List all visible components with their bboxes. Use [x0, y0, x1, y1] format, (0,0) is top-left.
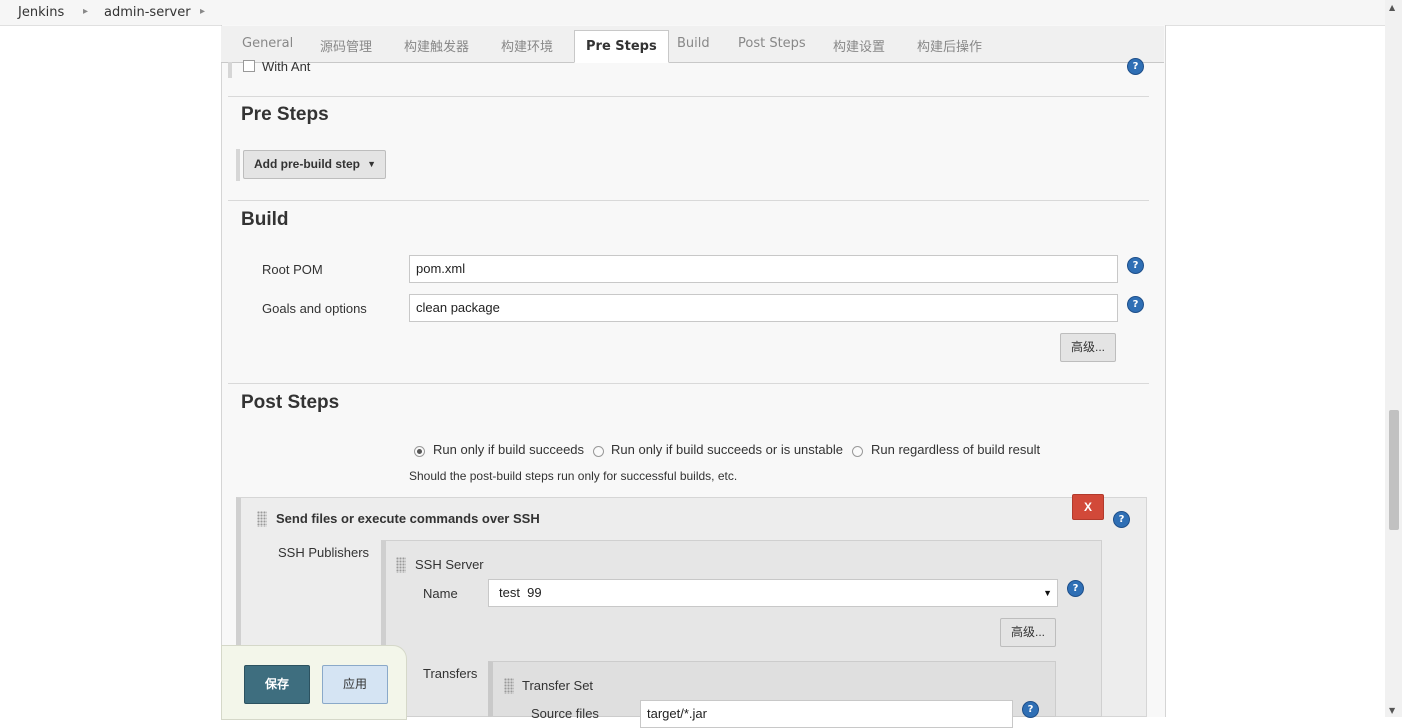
save-button[interactable]: 保存 — [244, 665, 310, 704]
help-icon[interactable]: ? — [1127, 58, 1144, 75]
breadcrumb: Jenkins ▸ admin-server ▸ — [0, 0, 1385, 26]
vertical-scrollbar[interactable]: ▲ ▼ — [1385, 0, 1402, 717]
radio-label: Run regardless of build result — [871, 442, 1041, 457]
source-files-label: Source files — [531, 706, 599, 721]
goals-label: Goals and options — [262, 301, 367, 316]
post-steps-description: Should the post-build steps run only for… — [409, 469, 738, 483]
help-icon[interactable]: ? — [1127, 257, 1144, 274]
add-pre-build-step-button[interactable]: Add pre-build step ▼ — [243, 150, 386, 179]
section-rule — [236, 149, 240, 181]
apply-button[interactable]: 应用 — [322, 665, 388, 704]
section-rule — [228, 62, 232, 78]
ssh-server-select-value: test 99 — [499, 585, 542, 600]
ssh-advanced-button[interactable]: 高级... — [1000, 618, 1056, 647]
scrollbar-thumb[interactable] — [1389, 410, 1399, 530]
pre-steps-title: Pre Steps — [241, 104, 329, 125]
root-pom-label: Root POM — [262, 262, 323, 277]
ssh-step-title: Send files or execute commands over SSH — [276, 511, 540, 526]
drag-handle-icon[interactable] — [257, 511, 267, 527]
radio-label: Run only if build succeeds — [433, 442, 585, 457]
ssh-name-label: Name — [423, 586, 458, 601]
breadcrumb-admin-server[interactable]: admin-server — [104, 5, 191, 20]
ssh-server-title: SSH Server — [415, 557, 484, 572]
help-icon[interactable]: ? — [1022, 701, 1039, 718]
divider — [228, 96, 1149, 97]
tab-build-settings[interactable]: 构建设置 — [833, 36, 885, 55]
divider — [228, 200, 1149, 201]
tab-post-steps[interactable]: Post Steps — [738, 36, 806, 51]
tab-build-environment[interactable]: 构建环境 — [501, 36, 553, 55]
ssh-server-select[interactable]: test 99 ▼ — [488, 579, 1058, 607]
add-pre-build-step-label: Add pre-build step — [254, 157, 360, 171]
radio-run-if-succeeds[interactable] — [414, 446, 425, 457]
help-icon[interactable]: ? — [1067, 580, 1084, 597]
tab-build-triggers[interactable]: 构建触发器 — [404, 36, 469, 55]
tab-source-management[interactable]: 源码管理 — [320, 36, 372, 55]
radio-run-regardless[interactable] — [852, 446, 863, 457]
transfers-label: Transfers — [423, 666, 478, 681]
tab-general[interactable]: General — [242, 36, 293, 51]
post-steps-title: Post Steps — [241, 392, 340, 413]
caret-down-icon: ▼ — [1043, 588, 1052, 598]
scroll-down-icon[interactable]: ▼ — [1389, 706, 1395, 715]
caret-down-icon: ▼ — [367, 159, 376, 169]
goals-input[interactable]: clean package — [409, 294, 1118, 322]
tab-build[interactable]: Build — [677, 36, 710, 51]
radio-run-if-unstable[interactable] — [593, 446, 604, 457]
breadcrumb-jenkins[interactable]: Jenkins — [18, 5, 64, 20]
radio-label: Run only if build succeeds or is unstabl… — [611, 442, 843, 457]
with-ant-checkbox[interactable] — [243, 60, 255, 72]
drag-handle-icon[interactable] — [396, 557, 406, 573]
chevron-right-icon[interactable]: ▸ — [200, 6, 205, 17]
root-pom-input[interactable]: pom.xml — [409, 255, 1118, 283]
tab-bar: General 源码管理 构建触发器 构建环境 Pre Steps Build … — [221, 26, 1164, 63]
delete-step-button[interactable]: X — [1072, 494, 1104, 520]
divider — [228, 383, 1149, 384]
help-icon[interactable]: ? — [1127, 296, 1144, 313]
transfer-set-title: Transfer Set — [522, 678, 594, 693]
build-title: Build — [241, 209, 289, 230]
ssh-publishers-label: SSH Publishers — [278, 545, 370, 560]
drag-handle-icon[interactable] — [504, 678, 514, 694]
tab-post-build-actions[interactable]: 构建后操作 — [917, 36, 982, 55]
help-icon[interactable]: ? — [1113, 511, 1130, 528]
tab-pre-steps[interactable]: Pre Steps — [574, 30, 669, 63]
with-ant-label: With Ant — [262, 59, 311, 74]
scroll-up-icon[interactable]: ▲ — [1389, 3, 1395, 12]
source-files-input[interactable]: target/*.jar — [640, 700, 1013, 728]
chevron-right-icon[interactable]: ▸ — [83, 6, 88, 17]
build-advanced-button[interactable]: 高级... — [1060, 333, 1116, 362]
